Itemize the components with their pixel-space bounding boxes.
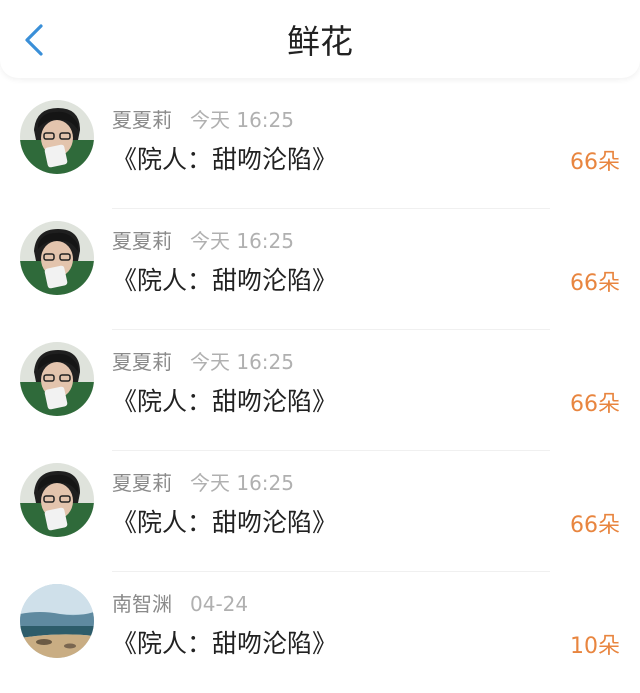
- list-item[interactable]: 夏夏莉 今天 16:25 《院人：甜吻沦陷》 66朵: [0, 209, 640, 330]
- flower-amount: 66朵: [570, 271, 620, 296]
- page-title: 鲜花: [287, 22, 353, 61]
- user-name: 南智渊: [112, 592, 172, 616]
- item-meta: 夏夏莉 今天 16:25: [112, 104, 294, 133]
- list-item[interactable]: 夏夏莉 今天 16:25 《院人：甜吻沦陷》 66朵: [0, 330, 640, 451]
- item-meta: 南智渊 04-24: [112, 588, 248, 617]
- user-name: 夏夏莉: [112, 229, 172, 253]
- avatar[interactable]: [20, 463, 94, 537]
- flower-amount: 66朵: [570, 150, 620, 175]
- book-title: 《院人：甜吻沦陷》: [112, 266, 338, 295]
- user-name: 夏夏莉: [112, 108, 172, 132]
- avatar[interactable]: [20, 221, 94, 295]
- user-name: 夏夏莉: [112, 471, 172, 495]
- item-time: 今天 16:25: [190, 471, 294, 495]
- book-title: 《院人：甜吻沦陷》: [112, 629, 338, 658]
- book-title: 《院人：甜吻沦陷》: [112, 508, 338, 537]
- list-item[interactable]: 夏夏莉 今天 16:25 《院人：甜吻沦陷》 66朵: [0, 88, 640, 209]
- item-meta: 夏夏莉 今天 16:25: [112, 346, 294, 375]
- item-time: 04-24: [190, 592, 249, 616]
- avatar[interactable]: [20, 100, 94, 174]
- avatar[interactable]: [20, 342, 94, 416]
- item-meta: 夏夏莉 今天 16:25: [112, 225, 294, 254]
- book-title: 《院人：甜吻沦陷》: [112, 387, 338, 416]
- item-meta: 夏夏莉 今天 16:25: [112, 467, 294, 496]
- avatar[interactable]: [20, 584, 94, 658]
- flower-amount: 66朵: [570, 513, 620, 538]
- book-title: 《院人：甜吻沦陷》: [112, 145, 338, 174]
- flower-amount: 66朵: [570, 392, 620, 417]
- item-time: 今天 16:25: [190, 108, 294, 132]
- user-name: 夏夏莉: [112, 350, 172, 374]
- flower-amount: 10朵: [570, 634, 620, 659]
- header-bar: 鲜花: [0, 0, 640, 78]
- item-time: 今天 16:25: [190, 350, 294, 374]
- flower-list: 夏夏莉 今天 16:25 《院人：甜吻沦陷》 66朵 夏夏莉 今天 16:25 《院…: [0, 88, 640, 693]
- list-item[interactable]: 南智渊 04-24 《院人：甜吻沦陷》 10朵: [0, 572, 640, 693]
- item-time: 今天 16:25: [190, 229, 294, 253]
- list-item[interactable]: 夏夏莉 今天 16:25 《院人：甜吻沦陷》 66朵: [0, 451, 640, 572]
